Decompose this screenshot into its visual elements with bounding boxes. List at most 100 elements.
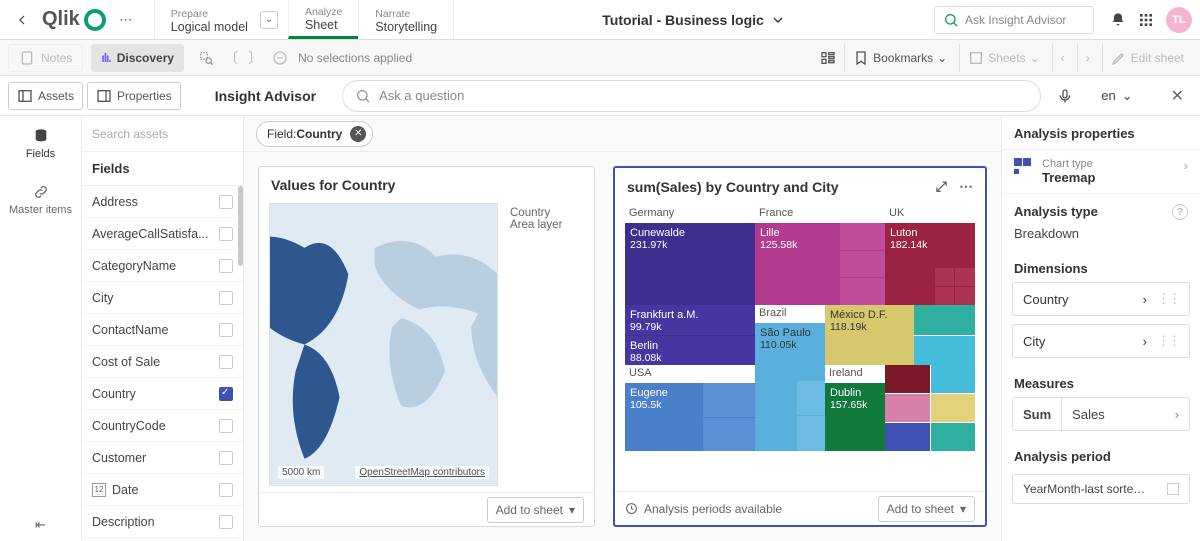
add-to-sheet-button[interactable]: Add to sheet ▾ [878,496,975,522]
bookmark-icon [853,50,869,66]
tab-analyze-big: Sheet [305,18,342,32]
discovery-button[interactable]: ılı.Discovery [91,44,184,72]
tree-cell[interactable]: Lille125.58k [755,223,885,305]
prev-sheet[interactable]: ‹ [1052,44,1073,72]
add-to-sheet-button[interactable]: Add to sheet ▾ [487,497,584,523]
analysis-type-value: Breakdown [1002,226,1200,251]
checkbox[interactable] [219,483,233,497]
sheet-controls: Bookmarks ⌄ Sheets ⌄ ‹ › Edit sheet [844,44,1192,72]
tree-cell[interactable]: México D.F.118.19k [825,305,914,365]
field-row[interactable]: Description [82,506,243,538]
card-title: sum(Sales) by Country and City [627,179,839,195]
search-placeholder: Ask Insight Advisor [965,13,1066,27]
clear-selections-icon[interactable] [272,50,288,66]
pill-label: Field:Country [267,127,342,141]
more-icon[interactable]: ⋯ [959,178,973,195]
sheets-button[interactable]: Sheets ⌄ [959,44,1047,72]
panel-left-icon [17,88,33,104]
tab-prepare[interactable]: Prepare Logical model ⌄ [154,0,288,39]
tree-cell[interactable]: São Paulo110.05k [755,323,825,451]
checkbox[interactable] [219,227,233,241]
avatar[interactable]: TL [1166,7,1192,33]
filter-pill[interactable]: Field:Country ✕ [256,121,373,147]
field-row[interactable]: CategoryName [82,250,243,282]
tab-narrate[interactable]: Narrate Storytelling [358,0,454,39]
card-title: Values for Country [271,177,395,193]
scrollbar-thumb[interactable] [238,186,243,266]
app-title[interactable]: Tutorial - Business logic [602,12,786,28]
field-row[interactable]: City [82,282,243,314]
remove-pill-icon[interactable]: ✕ [350,126,366,142]
microphone-icon[interactable] [1057,88,1073,104]
logo-text: Qlik [42,8,80,31]
tree-cell[interactable]: Berlin88.08k [625,336,755,366]
checkbox[interactable] [219,291,233,305]
apps-grid-icon[interactable] [1138,12,1154,28]
chevron-down-icon[interactable]: ⌄ [260,11,278,29]
tree-cell[interactable]: Frankfurt a.M.99.79k [625,305,755,335]
rail-fields[interactable]: Fields [0,116,81,172]
step-forward[interactable]: 〕 [248,48,262,68]
checkbox[interactable] [219,259,233,273]
card-body: Germany France UK Cunewalde231.97k Lille… [615,205,985,491]
language-select[interactable]: en⌄ [1089,88,1144,104]
step-back[interactable]: 〔 [224,48,238,68]
field-row[interactable]: ContactName [82,314,243,346]
chart-type-row[interactable]: Chart typeTreemap › [1002,150,1200,194]
chevron-right-icon: › [1143,334,1147,349]
field-row[interactable]: 12Date [82,474,243,506]
period-item[interactable]: YearMonth-last sorte… [1012,474,1190,504]
next-sheet[interactable]: › [1077,44,1098,72]
measure-item[interactable]: SumSales› [1012,397,1190,431]
field-row[interactable]: Country [82,378,243,410]
map-legend: Country Area layer [504,203,584,486]
edit-sheet-button[interactable]: Edit sheet [1102,44,1192,72]
tree-cell[interactable]: Eugene105.5k [625,383,755,451]
treemap-chart[interactable]: Germany France UK Cunewalde231.97k Lille… [625,205,975,485]
field-row[interactable]: Address [82,186,243,218]
field-row[interactable]: AverageCallSatisfa... [82,218,243,250]
checkbox[interactable] [219,355,233,369]
more-menu[interactable]: ⋯ [112,6,140,34]
tree-header: USA [625,365,755,383]
drag-handle-icon[interactable]: ⋮⋮ [1157,291,1179,307]
bookmarks-button[interactable]: Bookmarks ⌄ [844,44,955,72]
checkbox[interactable] [1167,483,1179,495]
field-row[interactable]: CountryCode [82,410,243,442]
notes-button[interactable]: Notes [8,44,83,72]
properties-toggle[interactable]: Properties [87,82,181,110]
back-button[interactable] [8,6,36,34]
measures-section: Measures [1002,366,1200,397]
close-button[interactable]: ✕ [1155,86,1200,106]
tab-analyze[interactable]: Analyze Sheet [288,0,358,39]
dimension-item[interactable]: City›⋮⋮ [1012,324,1190,358]
expand-rail[interactable]: ⇤ [35,517,46,533]
global-selections-icon[interactable] [820,50,836,66]
smart-search-icon[interactable] [198,50,214,66]
tree-header: Ireland [825,365,885,383]
search-assets[interactable]: Search assets [82,116,243,152]
map-attribution[interactable]: OpenStreetMap contributors [355,466,489,479]
checkbox[interactable] [219,323,233,337]
tree-cell[interactable]: Dublin157.65k [825,383,885,451]
checkbox[interactable] [219,387,233,401]
question-input[interactable]: Ask a question [342,80,1041,112]
bell-icon[interactable] [1110,12,1126,28]
field-row[interactable]: Customer [82,442,243,474]
tree-cell[interactable]: Cunewalde231.97k [625,223,755,305]
field-row[interactable]: Cost of Sale [82,346,243,378]
checkbox[interactable] [219,419,233,433]
rail-master-items[interactable]: Master items [0,172,81,228]
map-chart[interactable]: 5000 km OpenStreetMap contributors [269,203,498,486]
checkbox[interactable] [219,515,233,529]
assets-panel: Search assets Fields Address AverageCall… [82,116,244,541]
assets-toggle[interactable]: Assets [8,82,83,110]
checkbox[interactable] [219,195,233,209]
checkbox[interactable] [219,451,233,465]
drag-handle-icon[interactable]: ⋮⋮ [1157,333,1179,349]
info-icon[interactable]: ? [1172,204,1188,220]
fullscreen-icon[interactable]: ⤢ [936,178,947,195]
dimension-item[interactable]: Country›⋮⋮ [1012,282,1190,316]
global-search[interactable]: Ask Insight Advisor [934,6,1094,34]
tree-cell[interactable]: Luton182.14k [885,223,975,305]
